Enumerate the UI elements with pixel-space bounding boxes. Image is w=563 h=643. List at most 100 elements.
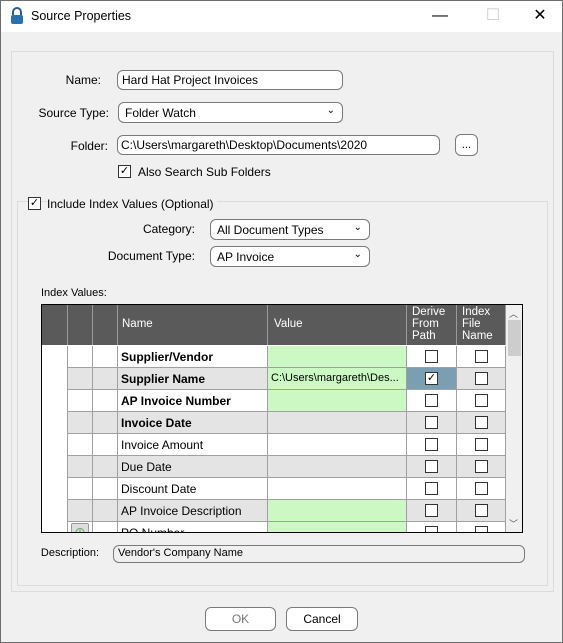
index-checkbox[interactable] [474, 416, 488, 429]
derive-checkbox[interactable] [425, 394, 438, 407]
index-checkbox[interactable] [474, 394, 488, 407]
value-cell[interactable]: C:\Users\margareth\Des... [268, 368, 407, 390]
derive-cell[interactable] [407, 500, 457, 522]
derive-checkbox[interactable]: ✓ [425, 372, 438, 385]
category-select[interactable]: All Document Types ⌄ [210, 219, 370, 240]
add-icon[interactable]: ⊕ [71, 523, 89, 532]
header-index[interactable]: Index File Name [457, 305, 506, 345]
row-cell-2[interactable] [93, 478, 118, 500]
table-row[interactable]: Invoice Amount [42, 434, 506, 456]
include-index-checkbox[interactable]: ✓ [28, 197, 41, 210]
row-header[interactable] [42, 346, 68, 368]
derive-checkbox[interactable] [425, 526, 438, 532]
index-checkbox[interactable] [474, 526, 488, 532]
index-checkbox[interactable] [474, 350, 488, 363]
row-cell-2[interactable] [93, 434, 118, 456]
row-cell-1[interactable] [68, 390, 93, 412]
name-input[interactable]: Hard Hat Project Invoices [117, 70, 343, 90]
index-cell[interactable] [457, 522, 506, 532]
row-header[interactable] [42, 368, 68, 390]
ok-button[interactable]: OK [205, 607, 276, 631]
derive-checkbox[interactable] [425, 350, 438, 363]
table-row[interactable]: Supplier/Vendor [42, 346, 506, 368]
table-row[interactable]: Discount Date [42, 478, 506, 500]
row-cell-2[interactable] [93, 456, 118, 478]
row-header[interactable] [42, 412, 68, 434]
row-cell-1[interactable] [68, 346, 93, 368]
derive-cell[interactable] [407, 434, 457, 456]
row-cell-1[interactable] [68, 412, 93, 434]
derive-cell[interactable] [407, 478, 457, 500]
index-cell[interactable] [457, 346, 506, 368]
index-checkbox[interactable] [474, 438, 488, 451]
scroll-up-icon[interactable]: ︿ [509, 307, 518, 320]
row-header[interactable] [42, 434, 68, 456]
index-cell[interactable] [457, 368, 506, 390]
row-cell-1[interactable] [68, 500, 93, 522]
derive-checkbox[interactable] [425, 416, 438, 429]
derive-cell[interactable] [407, 522, 457, 532]
derive-checkbox[interactable] [425, 460, 438, 473]
value-cell[interactable] [268, 346, 407, 368]
row-header[interactable] [42, 390, 68, 412]
doctype-select[interactable]: AP Invoice ⌄ [210, 246, 370, 267]
index-cell[interactable] [457, 412, 506, 434]
header-value[interactable]: Value [268, 305, 407, 345]
index-cell[interactable] [457, 456, 506, 478]
row-header[interactable] [42, 478, 68, 500]
row-header[interactable] [42, 500, 68, 522]
table-row[interactable]: Due Date [42, 456, 506, 478]
value-cell[interactable] [268, 522, 407, 532]
row-cell-2[interactable] [93, 522, 118, 532]
row-header[interactable] [42, 456, 68, 478]
minimize-button[interactable]: — [425, 5, 455, 27]
index-checkbox[interactable] [474, 482, 488, 495]
derive-cell[interactable] [407, 412, 457, 434]
header-name[interactable]: Name [118, 305, 268, 345]
index-cell[interactable] [457, 478, 506, 500]
cancel-button[interactable]: Cancel [286, 607, 358, 631]
row-cell-2[interactable] [93, 368, 118, 390]
index-checkbox[interactable] [474, 372, 488, 385]
row-cell-2[interactable] [93, 500, 118, 522]
row-cell-1[interactable] [68, 456, 93, 478]
index-cell[interactable] [457, 390, 506, 412]
browse-button[interactable]: ... [455, 134, 478, 156]
value-cell[interactable] [268, 478, 407, 500]
index-checkbox[interactable] [474, 504, 488, 517]
value-cell[interactable] [268, 434, 407, 456]
table-row[interactable]: Supplier Name C:\Users\margareth\Des... ✓ [42, 368, 506, 390]
index-cell[interactable] [457, 500, 506, 522]
close-button[interactable]: ✕ [525, 5, 555, 27]
maximize-button[interactable]: ☐ [478, 5, 508, 27]
index-values-grid[interactable]: Name Value Derive From Path Index File N… [41, 304, 523, 533]
grid-scrollbar[interactable]: ︿ ﹀ [506, 305, 522, 532]
header-derive[interactable]: Derive From Path [407, 305, 457, 345]
row-cell-2[interactable] [93, 390, 118, 412]
scroll-thumb[interactable] [508, 320, 521, 356]
row-cell-2[interactable] [93, 346, 118, 368]
row-cell-2[interactable] [93, 412, 118, 434]
value-cell[interactable] [268, 412, 407, 434]
row-cell-1[interactable] [68, 434, 93, 456]
value-cell[interactable] [268, 456, 407, 478]
source-type-select[interactable]: Folder Watch ⌄ [118, 102, 343, 123]
derive-cell[interactable]: ✓ [407, 368, 457, 390]
subfolders-checkbox[interactable]: ✓ [118, 165, 131, 178]
row-cell-1[interactable] [68, 368, 93, 390]
derive-checkbox[interactable] [425, 504, 438, 517]
folder-input[interactable]: C:\Users\margareth\Desktop\Documents\202… [117, 135, 440, 155]
scroll-down-icon[interactable]: ﹀ [509, 517, 518, 530]
derive-checkbox[interactable] [425, 438, 438, 451]
value-cell[interactable] [268, 390, 407, 412]
derive-cell[interactable] [407, 346, 457, 368]
row-cell-1[interactable]: ⊕ [68, 522, 93, 532]
value-cell[interactable] [268, 500, 407, 522]
table-row[interactable]: Invoice Date [42, 412, 506, 434]
derive-checkbox[interactable] [425, 482, 438, 495]
index-cell[interactable] [457, 434, 506, 456]
index-checkbox[interactable] [474, 460, 488, 473]
derive-cell[interactable] [407, 456, 457, 478]
table-row[interactable]: AP Invoice Number [42, 390, 506, 412]
row-cell-1[interactable] [68, 478, 93, 500]
